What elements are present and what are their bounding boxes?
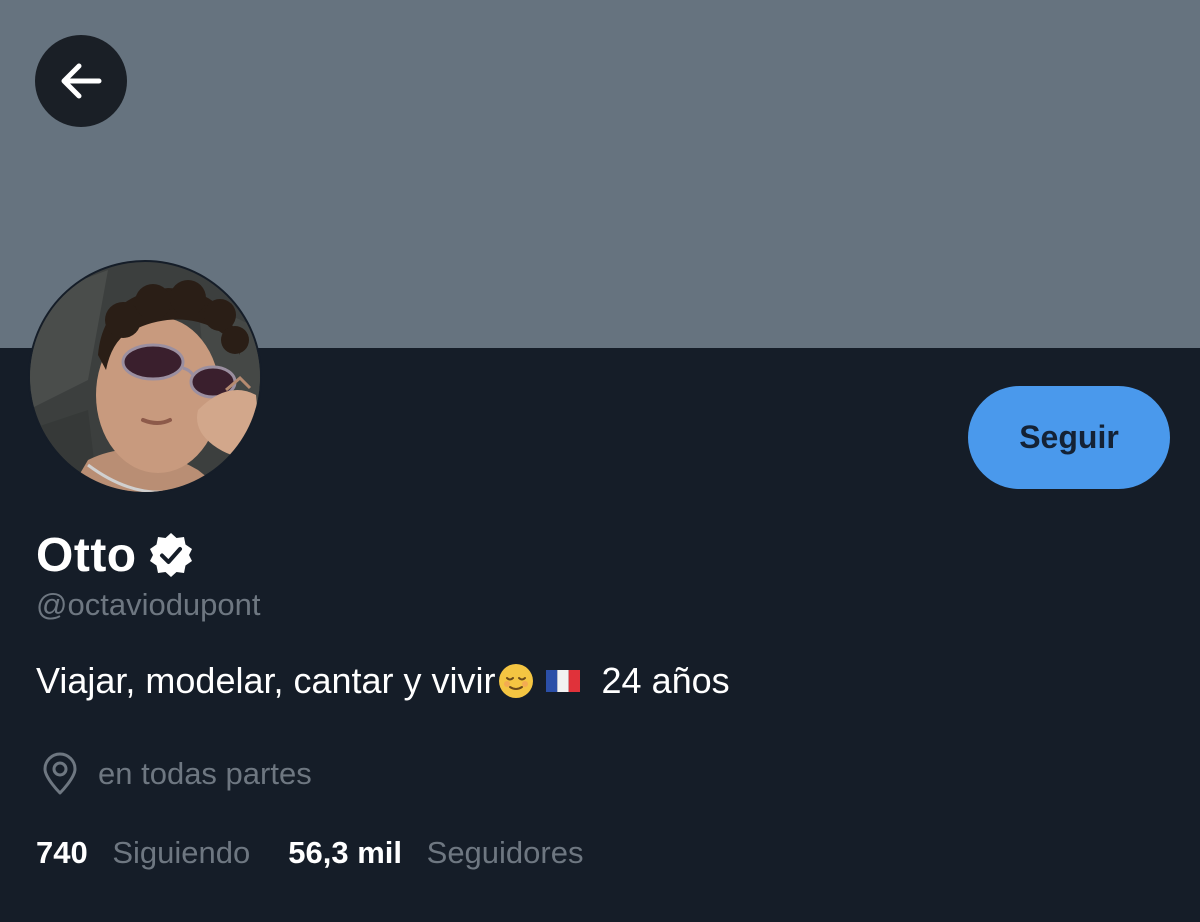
following-count: 740 bbox=[36, 835, 88, 870]
followers-label: Seguidores bbox=[426, 835, 584, 870]
location-pin-icon bbox=[43, 752, 77, 795]
bio: Viajar, modelar, cantar y vivir 24 años bbox=[36, 660, 730, 702]
followers-count: 56,3 mil bbox=[288, 835, 403, 870]
verified-badge-icon bbox=[149, 533, 192, 577]
follow-button[interactable]: Seguir bbox=[968, 386, 1170, 489]
arrow-left-icon bbox=[61, 63, 102, 99]
display-name: Otto bbox=[36, 528, 137, 582]
relieved-face-emoji bbox=[498, 664, 533, 698]
following-link[interactable]: 740 Siguiendo bbox=[36, 835, 288, 871]
followers-link[interactable]: 56,3 mil Seguidores bbox=[288, 835, 621, 871]
bio-text: Viajar, modelar, cantar y vivir bbox=[36, 660, 496, 701]
bio-age: 24 años bbox=[601, 660, 730, 701]
france-flag-emoji bbox=[545, 670, 580, 692]
name-row: Otto bbox=[36, 524, 195, 586]
profile-page: Seguir Otto @octaviodupont Viajar, model… bbox=[0, 0, 1200, 922]
follow-stats: 740 Siguiendo 56,3 mil Seguidores bbox=[36, 835, 621, 871]
back-button[interactable] bbox=[35, 35, 127, 127]
avatar[interactable] bbox=[28, 260, 262, 494]
following-label: Siguiendo bbox=[112, 835, 251, 870]
user-handle: @octaviodupont bbox=[36, 587, 261, 622]
location: en todas partes bbox=[40, 752, 312, 796]
location-text: en todas partes bbox=[98, 756, 312, 791]
profile-photo bbox=[30, 262, 260, 492]
